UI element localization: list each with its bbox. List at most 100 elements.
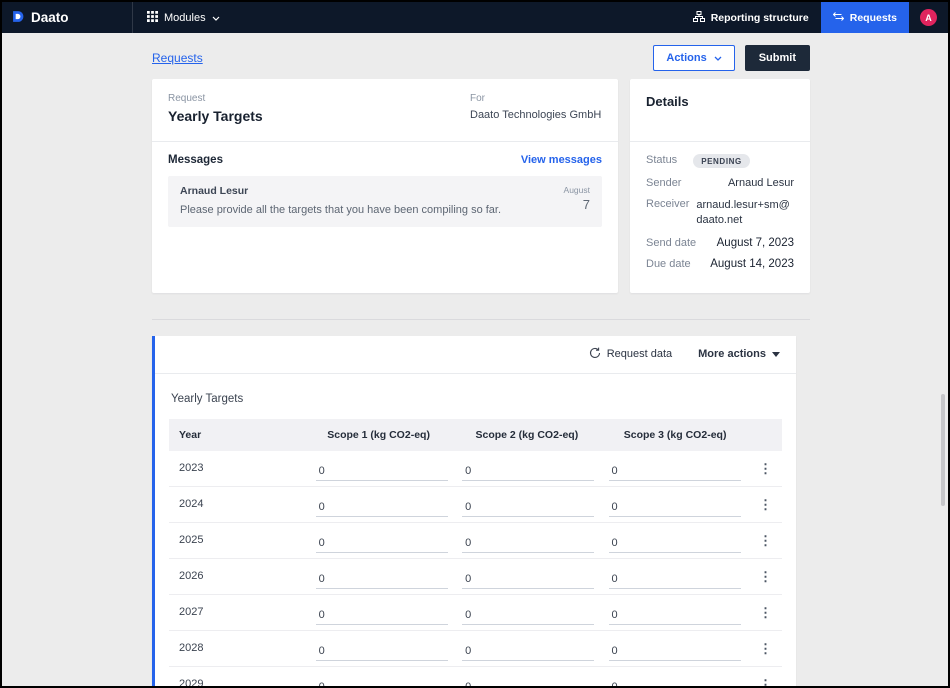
col-header-scope3: Scope 3 (kg CO2-eq) <box>614 419 762 451</box>
scope1-input[interactable]: 0 <box>316 571 448 589</box>
more-actions-button[interactable]: More actions <box>698 348 780 360</box>
scope1-input[interactable]: 0 <box>316 463 448 481</box>
table-row: 2029000⋮ <box>169 667 782 686</box>
request-label: Request <box>168 93 470 104</box>
message-text: Please provide all the targets that you … <box>180 204 501 216</box>
row-actions-cell: ⋮ <box>755 496 782 513</box>
receiver-label: Receiver <box>646 198 689 210</box>
scope2-input[interactable]: 0 <box>462 643 594 661</box>
col-header-year: Year <box>169 419 317 451</box>
scope1-cell: 0 <box>316 672 462 686</box>
details-row-receiver: Receiver arnaud.lesur+sm@daato.net <box>646 198 794 228</box>
send-date-label: Send date <box>646 237 696 249</box>
scope1-cell: 0 <box>316 492 462 517</box>
row-menu-kebab-icon[interactable]: ⋮ <box>755 568 776 585</box>
modules-label: Modules <box>164 12 206 24</box>
nav-item-reporting-structure[interactable]: Reporting structure <box>681 2 821 33</box>
details-card: Details Status PENDING Sender Arnaud Les… <box>630 79 810 293</box>
scope2-input[interactable]: 0 <box>462 679 594 686</box>
col-header-scope1: Scope 1 (kg CO2-eq) <box>317 419 465 451</box>
message-sender: Arnaud Lesur <box>180 185 501 197</box>
scope1-cell: 0 <box>316 564 462 589</box>
scope1-input[interactable]: 0 <box>316 679 448 686</box>
row-actions-cell: ⋮ <box>755 568 782 585</box>
row-actions-cell: ⋮ <box>755 604 782 621</box>
scope2-cell: 0 <box>462 636 608 661</box>
sender-label: Sender <box>646 177 681 189</box>
scope2-cell: 0 <box>462 564 608 589</box>
main-content: Requests Actions Submit Req <box>2 33 948 686</box>
data-card-toolbar: Request data More actions <box>155 336 796 374</box>
scope3-input[interactable]: 0 <box>609 607 741 625</box>
status-badge: PENDING <box>693 154 750 168</box>
messages-section: Messages View messages Arnaud Lesur Plea… <box>152 142 618 243</box>
row-actions-cell: ⋮ <box>755 640 782 657</box>
scope3-input[interactable]: 0 <box>609 643 741 661</box>
request-data-button[interactable]: Request data <box>589 347 672 362</box>
actions-button[interactable]: Actions <box>653 45 734 71</box>
scope3-input[interactable]: 0 <box>609 535 741 553</box>
chevron-down-icon <box>714 52 722 64</box>
scrollbar-thumb[interactable] <box>941 394 945 506</box>
row-menu-kebab-icon[interactable]: ⋮ <box>755 604 776 621</box>
scope3-input[interactable]: 0 <box>609 463 741 481</box>
scope2-cell: 0 <box>462 456 608 481</box>
submit-button[interactable]: Submit <box>745 45 810 71</box>
col-header-scope2: Scope 2 (kg CO2-eq) <box>466 419 614 451</box>
year-cell: 2023 <box>169 462 316 474</box>
scope3-input[interactable]: 0 <box>609 571 741 589</box>
scope2-input[interactable]: 0 <box>462 535 594 553</box>
scope1-input[interactable]: 0 <box>316 535 448 553</box>
scope3-cell: 0 <box>609 528 755 553</box>
swap-arrows-icon <box>833 12 844 24</box>
scope1-input[interactable]: 0 <box>316 499 448 517</box>
table-section-title: Yearly Targets <box>155 374 796 419</box>
scope1-input[interactable]: 0 <box>316 643 448 661</box>
send-date-value: August 7, 2023 <box>717 237 794 249</box>
more-actions-label: More actions <box>698 348 766 360</box>
scope1-cell: 0 <box>316 636 462 661</box>
scope3-cell: 0 <box>609 564 755 589</box>
targets-table: Year Scope 1 (kg CO2-eq) Scope 2 (kg CO2… <box>169 419 782 686</box>
scope2-cell: 0 <box>462 672 608 686</box>
nav-item-requests[interactable]: Requests <box>821 2 909 33</box>
scope3-input[interactable]: 0 <box>609 679 741 686</box>
row-actions-cell: ⋮ <box>755 532 782 549</box>
table-row: 2028000⋮ <box>169 631 782 667</box>
scope2-input[interactable]: 0 <box>462 499 594 517</box>
chevron-down-icon <box>212 12 220 24</box>
scope2-input[interactable]: 0 <box>462 571 594 589</box>
breadcrumb[interactable]: Requests <box>152 51 203 65</box>
year-cell: 2025 <box>169 534 316 546</box>
year-cell: 2024 <box>169 498 316 510</box>
row-menu-kebab-icon[interactable]: ⋮ <box>755 640 776 657</box>
row-menu-kebab-icon[interactable]: ⋮ <box>755 532 776 549</box>
section-divider <box>152 319 810 320</box>
avatar[interactable]: A <box>920 9 937 26</box>
org-chart-icon <box>693 11 705 25</box>
year-cell: 2027 <box>169 606 316 618</box>
scope2-input[interactable]: 0 <box>462 607 594 625</box>
receiver-value: arnaud.lesur+sm@daato.net <box>689 198 794 228</box>
scope3-cell: 0 <box>609 456 755 481</box>
scope1-input[interactable]: 0 <box>316 607 448 625</box>
row-menu-kebab-icon[interactable]: ⋮ <box>755 460 776 477</box>
modules-menu[interactable]: Modules <box>133 2 234 33</box>
for-label: For <box>470 93 602 104</box>
brand-logo[interactable]: Daato <box>12 10 132 26</box>
row-menu-kebab-icon[interactable]: ⋮ <box>755 496 776 513</box>
row-menu-kebab-icon[interactable]: ⋮ <box>755 676 776 686</box>
message-date-day: 7 <box>564 197 590 212</box>
targets-table-body: 2023000⋮2024000⋮2025000⋮2026000⋮2027000⋮… <box>169 451 782 686</box>
table-row: 2025000⋮ <box>169 523 782 559</box>
scope3-cell: 0 <box>609 636 755 661</box>
toolbar-buttons: Actions Submit <box>653 45 810 71</box>
scope2-input[interactable]: 0 <box>462 463 594 481</box>
scope1-cell: 0 <box>316 456 462 481</box>
scope1-cell: 0 <box>316 528 462 553</box>
scope3-cell: 0 <box>609 492 755 517</box>
message-date-month: August <box>564 185 590 195</box>
view-messages-link[interactable]: View messages <box>521 154 602 166</box>
scope3-input[interactable]: 0 <box>609 499 741 517</box>
message-date: August 7 <box>554 185 590 216</box>
